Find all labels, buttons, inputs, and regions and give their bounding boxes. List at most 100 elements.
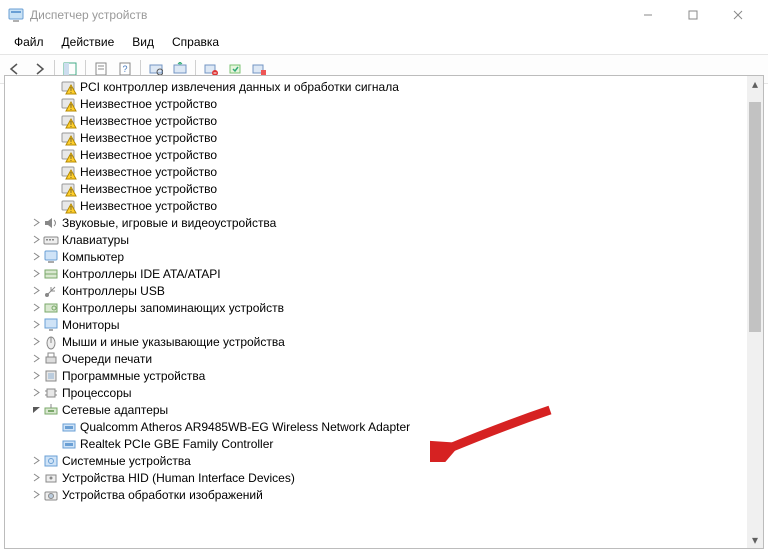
tree-category-ide[interactable]: Контроллеры IDE ATA/ATAPI xyxy=(5,265,747,282)
chevron-right-icon[interactable] xyxy=(29,216,43,230)
software-icon xyxy=(43,368,59,384)
maximize-button[interactable] xyxy=(670,0,715,30)
tree-category-usb[interactable]: Контроллеры USB xyxy=(5,282,747,299)
tree-category-mouse[interactable]: Мыши и иные указывающие устройства xyxy=(5,333,747,350)
chevron-right-icon[interactable] xyxy=(29,267,43,281)
tree-category-network[interactable]: Сетевые адаптеры xyxy=(5,401,747,418)
svg-text:!: ! xyxy=(70,120,72,129)
tree-category-storage[interactable]: Контроллеры запоминающих устройств xyxy=(5,299,747,316)
chevron-right-icon[interactable] xyxy=(29,454,43,468)
tree-category-printer[interactable]: Очереди печати xyxy=(5,350,747,367)
chevron-right-icon[interactable] xyxy=(29,352,43,366)
tree-category-hid[interactable]: Устройства HID (Human Interface Devices) xyxy=(5,469,747,486)
tree-item-label: Устройства HID (Human Interface Devices) xyxy=(62,471,295,485)
tree-item-label: Программные устройства xyxy=(62,369,205,383)
tree-item-label: Qualcomm Atheros AR9485WB-EG Wireless Ne… xyxy=(80,420,410,434)
chevron-right-icon[interactable] xyxy=(29,250,43,264)
tree-category-sound[interactable]: Звуковые, игровые и видеоустройства xyxy=(5,214,747,231)
chevron-right-icon[interactable] xyxy=(29,386,43,400)
svg-text:!: ! xyxy=(70,137,72,146)
warning-device-icon: ! xyxy=(61,181,77,197)
system-icon xyxy=(43,453,59,469)
chevron-right-icon[interactable] xyxy=(29,301,43,315)
scroll-thumb[interactable] xyxy=(749,102,761,332)
menubar: Файл Действие Вид Справка xyxy=(0,30,768,54)
sound-icon xyxy=(43,215,59,231)
tree-item-unknown-device[interactable]: ! Неизвестное устройство xyxy=(5,197,747,214)
tree-item-label: Мониторы xyxy=(62,318,119,332)
tree-category-computer[interactable]: Компьютер xyxy=(5,248,747,265)
close-button[interactable] xyxy=(715,0,760,30)
tree-item-label: Клавиатуры xyxy=(62,233,129,247)
svg-text:!: ! xyxy=(70,188,72,197)
tree-category-cpu[interactable]: Процессоры xyxy=(5,384,747,401)
tree-item-label: Системные устройства xyxy=(62,454,191,468)
chevron-right-icon[interactable] xyxy=(29,488,43,502)
tree-category-monitor[interactable]: Мониторы xyxy=(5,316,747,333)
chevron-right-icon[interactable] xyxy=(29,369,43,383)
ide-icon xyxy=(43,266,59,282)
tree-item-network-adapter[interactable]: Realtek PCIe GBE Family Controller xyxy=(5,435,747,452)
window-controls xyxy=(625,0,760,30)
warning-device-icon: ! xyxy=(61,198,77,214)
svg-text:!: ! xyxy=(70,205,72,214)
chevron-right-icon[interactable] xyxy=(29,233,43,247)
tree-item-label: Неизвестное устройство xyxy=(80,182,217,196)
tree-item-unknown-device[interactable]: ! Неизвестное устройство xyxy=(5,180,747,197)
usb-icon xyxy=(43,283,59,299)
warning-device-icon: ! xyxy=(61,147,77,163)
tree-category-software[interactable]: Программные устройства xyxy=(5,367,747,384)
storage-icon xyxy=(43,300,59,316)
app-icon xyxy=(8,7,24,23)
scroll-up-button[interactable]: ▴ xyxy=(747,76,763,92)
tree-category-keyboard[interactable]: Клавиатуры xyxy=(5,231,747,248)
tree-item-label: Процессоры xyxy=(62,386,132,400)
tree-item-label: Сетевые адаптеры xyxy=(62,403,168,417)
chevron-right-icon[interactable] xyxy=(29,335,43,349)
chevron-right-icon[interactable] xyxy=(29,471,43,485)
menu-view[interactable]: Вид xyxy=(124,32,162,52)
tree-item-unknown-device[interactable]: !Неизвестное устройство xyxy=(5,146,747,163)
warning-device-icon: ! xyxy=(61,130,77,146)
tree-item-label: Неизвестное устройство xyxy=(80,131,217,145)
minimize-button[interactable] xyxy=(625,0,670,30)
netchild-icon xyxy=(61,419,77,435)
menu-file[interactable]: Файл xyxy=(6,32,52,52)
cpu-icon xyxy=(43,385,59,401)
titlebar: Диспетчер устройств xyxy=(0,0,768,30)
scroll-down-button[interactable]: ▾ xyxy=(747,532,763,548)
chevron-right-icon[interactable] xyxy=(29,284,43,298)
tree-item-label: Устройства обработки изображений xyxy=(62,488,263,502)
keyboard-icon xyxy=(43,232,59,248)
tree-item-label: Неизвестное устройство xyxy=(80,165,217,179)
device-tree[interactable]: !PCI контроллер извлечения данных и обра… xyxy=(5,76,747,548)
tree-item-unknown-device[interactable]: !Неизвестное устройство xyxy=(5,95,747,112)
tree-item-label: Мыши и иные указывающие устройства xyxy=(62,335,285,349)
tree-item-unknown-device[interactable]: !Неизвестное устройство xyxy=(5,163,747,180)
tree-item-label: Неизвестное устройство xyxy=(80,148,217,162)
svg-text:!: ! xyxy=(70,103,72,112)
chevron-down-icon[interactable] xyxy=(29,403,43,417)
tree-item-label: Очереди печати xyxy=(62,352,152,366)
tree-item-unknown-device[interactable]: !PCI контроллер извлечения данных и обра… xyxy=(5,78,747,95)
menu-action[interactable]: Действие xyxy=(54,32,123,52)
menu-help[interactable]: Справка xyxy=(164,32,227,52)
mouse-icon xyxy=(43,334,59,350)
tree-category-system[interactable]: Системные устройства xyxy=(5,452,747,469)
tree-item-label: Неизвестное устройство xyxy=(80,114,217,128)
warning-device-icon: ! xyxy=(61,164,77,180)
chevron-right-icon[interactable] xyxy=(29,318,43,332)
tree-item-label: Контроллеры USB xyxy=(62,284,165,298)
printer-icon xyxy=(43,351,59,367)
tree-category-imaging[interactable]: Устройства обработки изображений xyxy=(5,486,747,503)
tree-item-unknown-device[interactable]: ! Неизвестное устройство xyxy=(5,129,747,146)
tree-item-unknown-device[interactable]: ! Неизвестное устройство xyxy=(5,112,747,129)
imaging-icon xyxy=(43,487,59,503)
vertical-scrollbar[interactable]: ▴ ▾ xyxy=(747,76,763,548)
scroll-track[interactable] xyxy=(747,92,763,532)
warning-device-icon: ! xyxy=(61,96,77,112)
warning-device-icon: ! xyxy=(61,79,77,95)
tree-item-network-adapter[interactable]: Qualcomm Atheros AR9485WB-EG Wireless Ne… xyxy=(5,418,747,435)
tree-item-label: Неизвестное устройство xyxy=(80,199,217,213)
tree-item-label: Звуковые, игровые и видеоустройства xyxy=(62,216,276,230)
